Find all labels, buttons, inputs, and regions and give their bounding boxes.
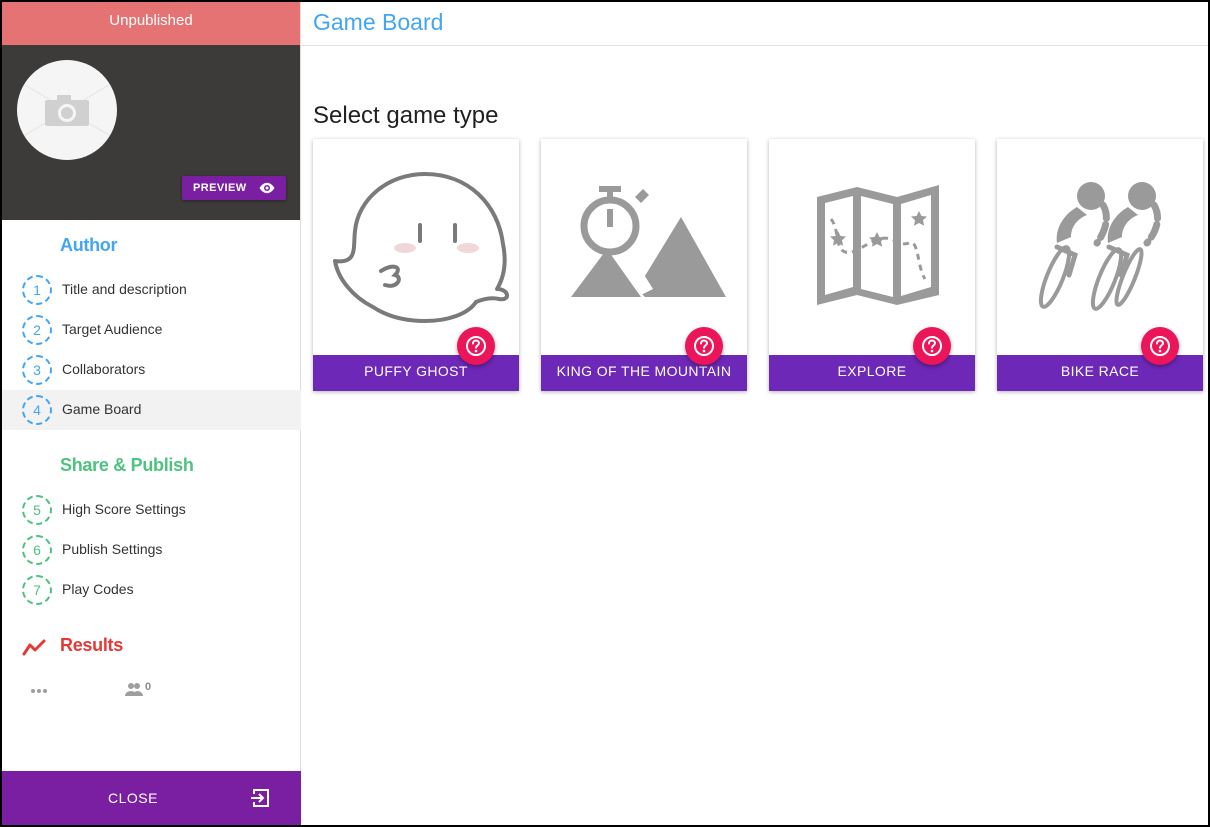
cover-area: PREVIEW: [2, 45, 300, 220]
step-label: Publish Settings: [62, 541, 163, 557]
step-label: Title and description: [62, 281, 187, 297]
step-number: 1: [22, 275, 52, 305]
trend-line-icon: [22, 639, 46, 656]
step-label: Target Audience: [62, 321, 163, 337]
players-counter: 0: [124, 681, 151, 697]
people-icon: [125, 683, 143, 696]
step-number: 6: [22, 535, 52, 565]
question-mark-icon: [466, 336, 486, 356]
step-label: Play Codes: [62, 581, 134, 597]
step-label: High Score Settings: [62, 501, 186, 517]
preview-label: PREVIEW: [193, 182, 247, 194]
players-count: 0: [145, 681, 152, 693]
close-label: CLOSE: [108, 790, 158, 806]
step-game-board[interactable]: 4 Game Board: [2, 390, 301, 430]
step-target-audience[interactable]: 2 Target Audience: [2, 310, 301, 350]
step-publish-settings[interactable]: 6 Publish Settings: [2, 530, 301, 570]
step-label: Collaborators: [62, 361, 146, 377]
game-card-bike-race[interactable]: BIKE RACE: [997, 139, 1203, 391]
cyclists-icon: [1038, 182, 1161, 311]
preview-button[interactable]: PREVIEW: [182, 176, 286, 200]
close-button[interactable]: CLOSE: [2, 771, 301, 825]
mountain-stopwatch-icon: [571, 186, 726, 297]
top-bar: Game Board: [302, 2, 1208, 46]
step-number: 2: [22, 315, 52, 345]
question-mark-icon: [922, 336, 942, 356]
publish-status-banner: Unpublished: [2, 2, 300, 45]
ghost-icon: [333, 172, 509, 323]
question-mark-icon: [1150, 336, 1170, 356]
exit-icon: [251, 789, 269, 807]
avatar[interactable]: [17, 60, 117, 160]
step-number: 5: [22, 495, 52, 525]
question-mark-icon: [694, 336, 714, 356]
results-section-title[interactable]: Results: [60, 635, 123, 656]
sidebar: Unpublished PREVIEW Author 1 Title and d…: [2, 2, 301, 825]
step-number: 7: [22, 575, 52, 605]
game-card-puffy-ghost[interactable]: PUFFY GHOST: [313, 139, 519, 391]
help-button[interactable]: [685, 327, 723, 365]
step-number: 4: [22, 395, 52, 425]
step-collaborators[interactable]: 3 Collaborators: [2, 350, 301, 390]
step-label: Game Board: [62, 401, 142, 417]
author-section-title: Author: [60, 235, 118, 255]
camera-icon: [17, 79, 117, 141]
step-number: 3: [22, 355, 52, 385]
help-button[interactable]: [1141, 327, 1179, 365]
page-title: Game Board: [313, 9, 444, 35]
treasure-map-icon: [817, 185, 939, 305]
game-card-explore[interactable]: EXPLORE: [769, 139, 975, 391]
more-options-icon[interactable]: [30, 688, 48, 694]
eye-icon: [259, 182, 275, 194]
share-publish-section-title: Share & Publish: [60, 455, 194, 475]
step-title-and-description[interactable]: 1 Title and description: [2, 270, 301, 310]
help-button[interactable]: [913, 327, 951, 365]
step-high-score-settings[interactable]: 5 High Score Settings: [2, 490, 301, 530]
game-card-king-of-the-mountain[interactable]: KING OF THE MOUNTAIN: [541, 139, 747, 391]
help-button[interactable]: [457, 327, 495, 365]
select-game-type-heading: Select game type: [313, 102, 499, 129]
step-play-codes[interactable]: 7 Play Codes: [2, 570, 301, 610]
